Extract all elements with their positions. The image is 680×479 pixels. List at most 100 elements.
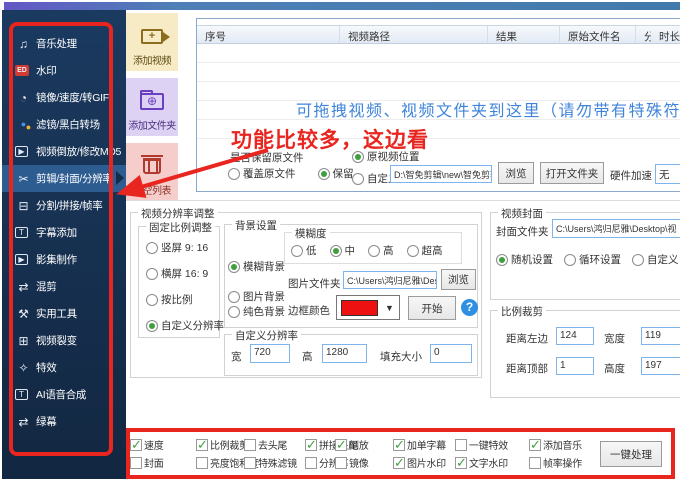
sidebar-item-icon: ✧	[15, 362, 32, 374]
sidebar-item[interactable]: ● 滤镜/黑白转场	[2, 111, 126, 138]
feature-checkbox[interactable]: 帧率操作	[529, 455, 582, 470]
table-column-header[interactable]: 时长	[651, 26, 680, 43]
cover-mode-radio[interactable]: 自定义	[632, 252, 679, 267]
sidebar-item-label: 视频裂变	[36, 333, 77, 348]
hw-accel-label: 硬件加速	[610, 168, 652, 183]
checkbox-icon	[305, 439, 317, 451]
sidebar-item[interactable]: ✧ 特效	[2, 354, 126, 381]
feature-checkbox[interactable]: 加单字幕	[393, 437, 446, 452]
trash-icon	[143, 158, 161, 174]
keep-original-radio[interactable]: 保留	[318, 166, 354, 181]
blur-level-options: 低 中 高 超高	[291, 243, 443, 258]
blur-level-radio[interactable]: 高	[368, 243, 394, 258]
annotation-text: 功能比较多，这边看	[231, 124, 429, 154]
background-mode-radio[interactable]: 图片背景	[228, 289, 285, 304]
table-column-header[interactable]: 视频路径	[340, 26, 488, 43]
process-button[interactable]: 一键处理	[600, 441, 662, 467]
height-input[interactable]: 1280	[322, 344, 367, 363]
fixed-ratio-radio[interactable]: 按比例	[146, 292, 224, 307]
blur-level-radio[interactable]: 中	[330, 243, 356, 258]
sidebar-item-label: 字幕添加	[36, 225, 77, 240]
fixed-ratio-radio[interactable]: 竖屏 9: 16	[146, 240, 224, 255]
image-folder-browse-button[interactable]: 浏览	[441, 269, 476, 290]
background-mode-radio[interactable]: 模糊背景	[228, 259, 285, 274]
sidebar-item[interactable]: T 字幕添加	[2, 219, 126, 246]
feature-checkbox[interactable]: 添加音乐	[529, 437, 582, 452]
sidebar-item[interactable]: ✂ 剪辑/封面/分辨率	[2, 165, 126, 192]
sidebar-item[interactable]: ED 水印	[2, 57, 126, 84]
width-input[interactable]: 720	[250, 344, 290, 363]
fixed-ratio-radio[interactable]: 横屏 16: 9	[146, 266, 224, 281]
border-color-picker[interactable]: ▼	[336, 295, 400, 320]
sidebar-item-icon: ⊞	[15, 335, 32, 347]
sidebar-item[interactable]: ⊟ 分割/拼接/帧率	[2, 192, 126, 219]
help-icon[interactable]: ?	[461, 299, 478, 316]
add-folder-button[interactable]: ⊕ 添加文件夹	[126, 78, 178, 136]
image-folder-input[interactable]: C:\Users\鸿归尼雅\Deskt	[343, 271, 437, 289]
crop-width-input[interactable]: 119	[641, 327, 680, 345]
cover-folder-input[interactable]: C:\Users\鸿归尼雅\Desktop\视	[552, 219, 680, 238]
fill-size-input[interactable]: 0	[430, 344, 472, 363]
keep-original-radio[interactable]: 覆盖原文件	[228, 166, 296, 181]
drop-hint-text: 可拖拽视频、视频文件夹到这里（请勿带有特殊符号）	[296, 97, 680, 121]
table-column-header[interactable]: 序号	[197, 26, 340, 43]
crop-left-label: 距离左边	[506, 331, 548, 346]
table-column-header[interactable]: 原始文件名	[560, 26, 636, 43]
browse-button[interactable]: 浏览	[498, 162, 534, 184]
cover-mode-radio[interactable]: 随机设置	[496, 252, 553, 267]
table-column-header[interactable]: 结果	[488, 26, 560, 43]
start-button[interactable]: 开始	[408, 296, 456, 320]
sidebar-item[interactable]: ▶ 影集制作	[2, 246, 126, 273]
blur-level-radio[interactable]: 超高	[407, 243, 443, 258]
checkbox-icon	[393, 457, 405, 469]
add-video-button[interactable]: + 添加视频	[126, 13, 178, 71]
radio-icon	[407, 245, 419, 257]
feature-checkbox[interactable]: 倒放	[335, 437, 368, 452]
feature-checkbox[interactable]: 比例裁剪	[196, 437, 249, 452]
radio-icon	[352, 173, 364, 185]
sidebar-item[interactable]: ⊞ 视频裂变	[2, 327, 126, 354]
radio-icon	[146, 242, 158, 254]
feature-checkbox[interactable]: 一键特效	[455, 437, 508, 452]
feature-checkbox[interactable]: 图片水印	[393, 455, 446, 470]
checkbox-icon	[196, 457, 208, 469]
feature-checkbox[interactable]: 速度	[130, 437, 163, 452]
crop-top-input[interactable]: 1	[556, 357, 594, 375]
checkbox-icon	[529, 439, 541, 451]
clear-list-button[interactable]: 清空列表	[126, 143, 178, 201]
feature-checkbox[interactable]: 文字水印	[455, 455, 508, 470]
sidebar-item-icon: ⊟	[15, 200, 32, 212]
sidebar-item[interactable]: ♫ 音乐处理	[2, 30, 126, 57]
sidebar-item[interactable]: ◔ 镜像/速度/转GIF	[2, 84, 126, 111]
feature-checkbox[interactable]: 封面	[130, 455, 163, 470]
feature-checkbox[interactable]: 特殊滤镜	[244, 455, 297, 470]
sidebar-item-icon: ▶	[15, 254, 28, 265]
open-folder-button[interactable]: 打开文件夹	[540, 162, 604, 184]
crop-height-label: 高度	[604, 361, 625, 376]
sidebar-item-icon: ✂	[15, 173, 32, 185]
sidebar-item[interactable]: ⇄ 绿幕	[2, 408, 126, 435]
background-mode-radio[interactable]: 纯色背景	[228, 304, 285, 319]
sidebar-item[interactable]: T AI语音合成	[2, 381, 126, 408]
add-folder-label: 添加文件夹	[128, 117, 176, 132]
output-path-input[interactable]: D:\智免剪辑\new\智免剪辑	[390, 165, 492, 183]
crop-height-input[interactable]: 197	[641, 357, 680, 375]
fixed-ratio-radio[interactable]: 自定义分辨率	[146, 318, 224, 333]
table-column-header[interactable]: 分辨率	[636, 26, 651, 43]
hw-accel-select[interactable]: 无	[655, 164, 680, 184]
blur-level-radio[interactable]: 低	[291, 243, 317, 258]
feature-checkbox[interactable]: 镜像	[335, 455, 368, 470]
sidebar-item[interactable]: ⚒ 实用工具	[2, 300, 126, 327]
sidebar-item-label: 视频倒放/修改MD5	[36, 144, 121, 159]
chevron-down-icon: ▼	[385, 303, 394, 313]
sidebar-item[interactable]: ⇄ 混剪	[2, 273, 126, 300]
cover-mode-radio[interactable]: 循环设置	[564, 252, 621, 267]
checkbox-icon	[244, 457, 256, 469]
sidebar: ♫ 音乐处理 ED 水印 ◔ 镜像/速度/转GIF ● 滤镜/黑白转场	[2, 10, 126, 479]
sidebar-item[interactable]: ▶ 视频倒放/修改MD5	[2, 138, 126, 165]
sidebar-item-label: 混剪	[36, 279, 56, 294]
crop-left-input[interactable]: 124	[556, 327, 594, 345]
checkbox-icon	[393, 439, 405, 451]
radio-icon	[330, 245, 342, 257]
feature-checkbox[interactable]: 去头尾	[244, 437, 287, 452]
